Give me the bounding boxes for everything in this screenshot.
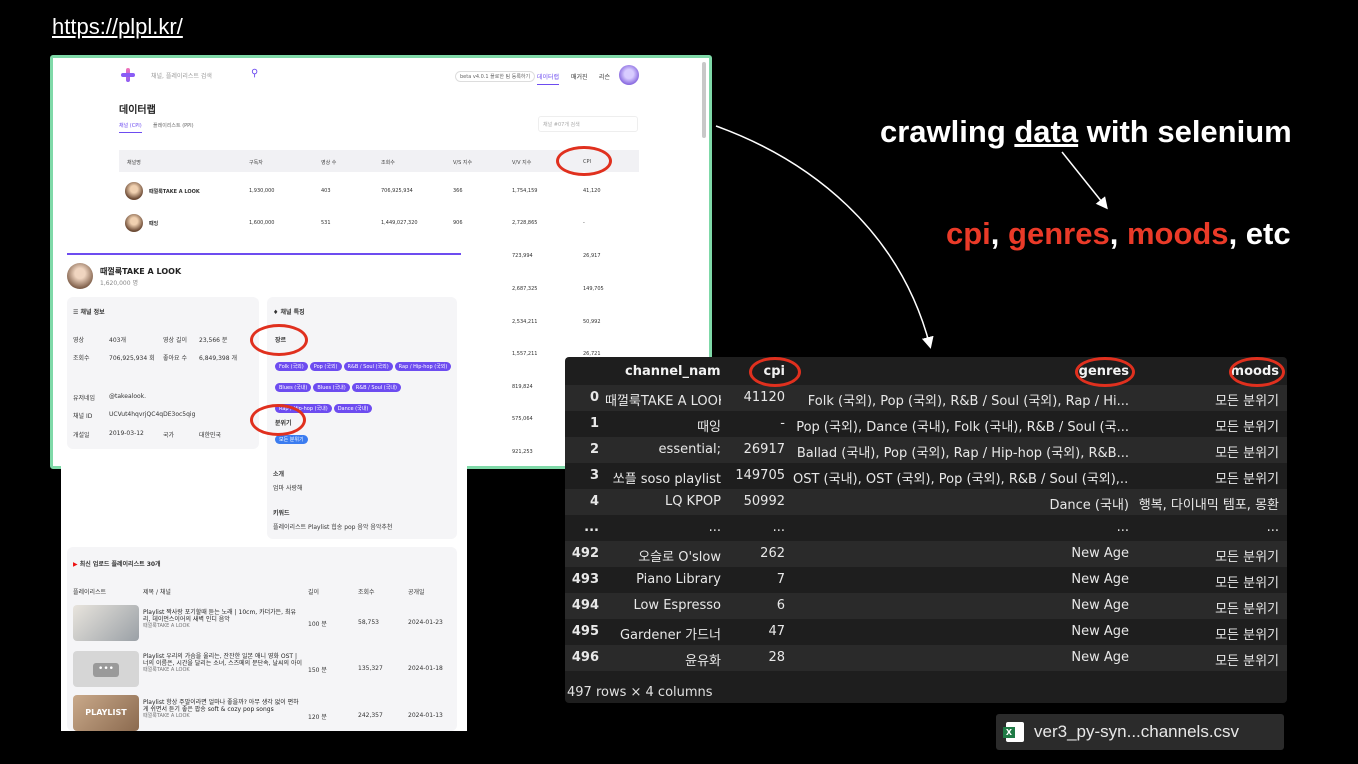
df-channel-name: 오슬로 O'slow: [638, 550, 721, 565]
df-index: 2: [589, 442, 599, 457]
df-genres-ring: [1075, 357, 1135, 387]
df-index: 494: [571, 598, 599, 613]
df-row: 495 Gardener 가드너 47 New Age 모든 분위기: [565, 619, 1287, 645]
df-moods: 모든 분위기: [1215, 420, 1279, 435]
df-row: 4 LQ KPOP 50992 Dance (국내) 행복, 다이내믹 템포, 몽환: [565, 489, 1287, 515]
df-cpi: 28: [768, 650, 785, 665]
df-moods: 모든 분위기: [1215, 654, 1279, 669]
df-index: 492: [571, 546, 599, 561]
df-index: 493: [571, 572, 599, 587]
df-genres: New Age: [1071, 546, 1129, 561]
df-channel-name: Low Espresso: [633, 598, 721, 613]
df-moods: 모든 분위기: [1215, 602, 1279, 617]
df-index: 1: [589, 416, 599, 431]
df-moods: 모든 분위기: [1215, 576, 1279, 591]
df-header-row: channel_name cpi genres moods: [565, 359, 1287, 385]
df-row: 492 오슬로 O'slow 262 New Age 모든 분위기: [565, 541, 1287, 567]
df-channel-name: 때껄룩TAKE A LOOK: [605, 394, 721, 409]
arrow-site-to-dataframe: [715, 125, 934, 349]
df-row: 2 essential; 26917 Ballad (국내), Pop (국외), R…: [565, 437, 1287, 463]
df-channel-name: Piano Library: [636, 572, 721, 587]
csv-file-name[interactable]: ver3_py-syn...channels.csv: [1034, 722, 1239, 742]
df-row: 493 Piano Library 7 New Age 모든 분위기: [565, 567, 1287, 593]
dataframe-output: channel_name cpi genres moods 0 때껄룩TAKE A…: [565, 357, 1287, 703]
df-channel-name: essential;: [658, 442, 721, 457]
df-channel-name: 윤유화: [685, 654, 721, 669]
df-genres: Folk (국외), Pop (국외), R&B / Soul (국외), Ra…: [807, 394, 1129, 409]
df-index: 495: [571, 624, 599, 639]
df-cpi: ...: [772, 520, 785, 535]
df-cpi: 41120: [743, 390, 785, 405]
df-genres: Ballad (국내), Pop (국외), Rap / Hip-hop (국외…: [796, 446, 1129, 461]
df-cpi: -: [780, 416, 785, 431]
df-channel-name: 쏘플 soso playlist: [612, 472, 721, 487]
df-cpi: 47: [768, 624, 785, 639]
df-row: 3 쏘플 soso playlist 149705 OST (국내), OST (국외…: [565, 463, 1287, 489]
df-moods-ring: [1229, 357, 1285, 387]
df-moods: 모든 분위기: [1215, 550, 1279, 565]
df-genres: OST (국내), OST (국외), Pop (국외), R&B / Soul…: [793, 472, 1129, 487]
df-channel-name: ...: [708, 520, 721, 535]
csv-file-chip[interactable]: ver3_py-syn...channels.csv: [996, 714, 1284, 750]
df-col-channel-name: channel_name: [625, 364, 721, 379]
df-genres: New Age: [1071, 650, 1129, 665]
df-row: 496 윤유화 28 New Age 모든 분위기: [565, 645, 1287, 671]
excel-icon: [1003, 722, 1024, 742]
df-index: 3: [589, 468, 599, 483]
df-channel-name: 때잉: [697, 420, 721, 435]
df-index: 4: [589, 494, 599, 509]
df-moods: 모든 분위기: [1215, 628, 1279, 643]
df-cpi: 26917: [743, 442, 785, 457]
df-index: ...: [584, 520, 599, 535]
arrow-data-to-fields: [1061, 151, 1108, 210]
df-cpi: 262: [760, 546, 785, 561]
df-row: 1 때잉 - Pop (국외), Dance (국내), Folk (국내), R&B…: [565, 411, 1287, 437]
df-genres: New Age: [1071, 624, 1129, 639]
df-genres: Pop (국외), Dance (국내), Folk (국내), R&B / S…: [796, 420, 1129, 435]
df-channel-name: Gardener 가드너: [619, 628, 721, 643]
df-moods: 모든 분위기: [1215, 394, 1279, 409]
df-cpi: 6: [776, 598, 785, 613]
df-cpi: 149705: [735, 468, 785, 483]
df-cpi: 7: [776, 572, 785, 587]
df-shape: 497 rows × 4 columns: [567, 685, 713, 700]
df-moods: ...: [1266, 520, 1279, 535]
df-genres: Dance (국내): [1049, 498, 1129, 513]
df-row: ...............: [565, 515, 1287, 541]
df-cpi-ring: [749, 357, 801, 387]
df-channel-name: LQ KPOP: [664, 494, 721, 509]
df-moods: 행복, 다이내믹 템포, 몽환: [1138, 498, 1279, 513]
df-moods: 모든 분위기: [1215, 446, 1279, 461]
df-genres: New Age: [1071, 572, 1129, 587]
df-row: 0 때껄룩TAKE A LOOK 41120 Folk (국외), Pop (국외),…: [565, 385, 1287, 411]
slide: https://plpl.kr/ 채널, 플레이리스트 검색 ⚲ beta v4…: [0, 0, 1358, 764]
df-genres: New Age: [1071, 598, 1129, 613]
df-index: 0: [589, 390, 599, 405]
df-moods: 모든 분위기: [1215, 472, 1279, 487]
df-cpi: 50992: [743, 494, 785, 509]
df-genres: ...: [1116, 520, 1129, 535]
df-row: 494 Low Espresso 6 New Age 모든 분위기: [565, 593, 1287, 619]
df-index: 496: [571, 650, 599, 665]
